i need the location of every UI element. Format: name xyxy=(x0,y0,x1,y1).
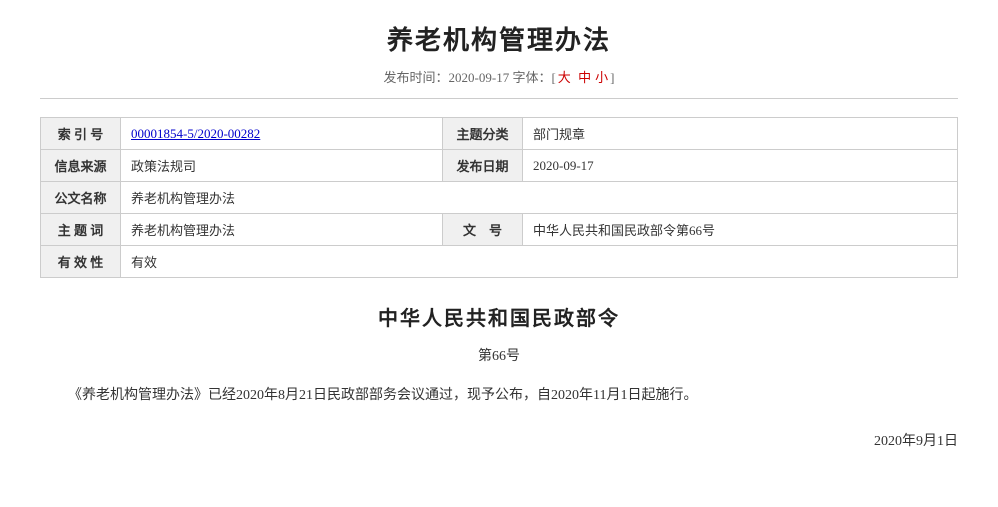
label-index-no: 索 引 号 xyxy=(41,118,121,150)
value-doc-name: 养老机构管理办法 xyxy=(121,182,958,214)
value-index-no: 00001854-5/2020-00282 xyxy=(121,118,443,150)
document-order-number: 第66号 xyxy=(40,345,958,365)
publish-time-label: 发布时间：2020-09-17 字体：[ xyxy=(384,70,556,85)
font-medium-link[interactable]: 中 xyxy=(578,70,591,85)
font-small-link[interactable]: 小 xyxy=(595,70,608,85)
label-doc-number: 文 号 xyxy=(443,214,523,246)
document-body: 《养老机构管理办法》已经2020年8月21日民政部部务会议通过，现予公布，自20… xyxy=(40,383,958,410)
label-keywords: 主 题 词 xyxy=(41,214,121,246)
document-date: 2020年9月1日 xyxy=(40,430,958,450)
meta-row-4: 主 题 词 养老机构管理办法 文 号 中华人民共和国民政部令第66号 xyxy=(41,214,958,246)
label-publish-date: 发布日期 xyxy=(443,150,523,182)
publish-info: 发布时间：2020-09-17 字体：[大 中小] xyxy=(40,67,958,86)
meta-row-1: 索 引 号 00001854-5/2020-00282 主题分类 部门规章 xyxy=(41,118,958,150)
label-doc-name: 公文名称 xyxy=(41,182,121,214)
font-large-link[interactable]: 大 xyxy=(558,70,571,85)
divider xyxy=(40,98,958,99)
index-no-link[interactable]: 00001854-5/2020-00282 xyxy=(131,126,260,141)
value-keywords: 养老机构管理办法 xyxy=(121,214,443,246)
document-title: 中华人民共和国民政部令 xyxy=(40,302,958,331)
value-publish-date: 2020-09-17 xyxy=(523,150,958,182)
page-wrapper: 养老机构管理办法 发布时间：2020-09-17 字体：[大 中小] 索 引 号… xyxy=(0,0,998,507)
meta-row-3: 公文名称 养老机构管理办法 xyxy=(41,182,958,214)
value-validity: 有效 xyxy=(121,246,958,278)
page-title: 养老机构管理办法 xyxy=(40,20,958,57)
label-theme-category: 主题分类 xyxy=(443,118,523,150)
font-close: ] xyxy=(610,70,614,85)
value-theme-category: 部门规章 xyxy=(523,118,958,150)
label-validity: 有 效 性 xyxy=(41,246,121,278)
value-doc-number: 中华人民共和国民政部令第66号 xyxy=(523,214,958,246)
value-info-source: 政策法规司 xyxy=(121,150,443,182)
meta-row-2: 信息来源 政策法规司 发布日期 2020-09-17 xyxy=(41,150,958,182)
label-info-source: 信息来源 xyxy=(41,150,121,182)
meta-table: 索 引 号 00001854-5/2020-00282 主题分类 部门规章 信息… xyxy=(40,117,958,278)
meta-row-5: 有 效 性 有效 xyxy=(41,246,958,278)
